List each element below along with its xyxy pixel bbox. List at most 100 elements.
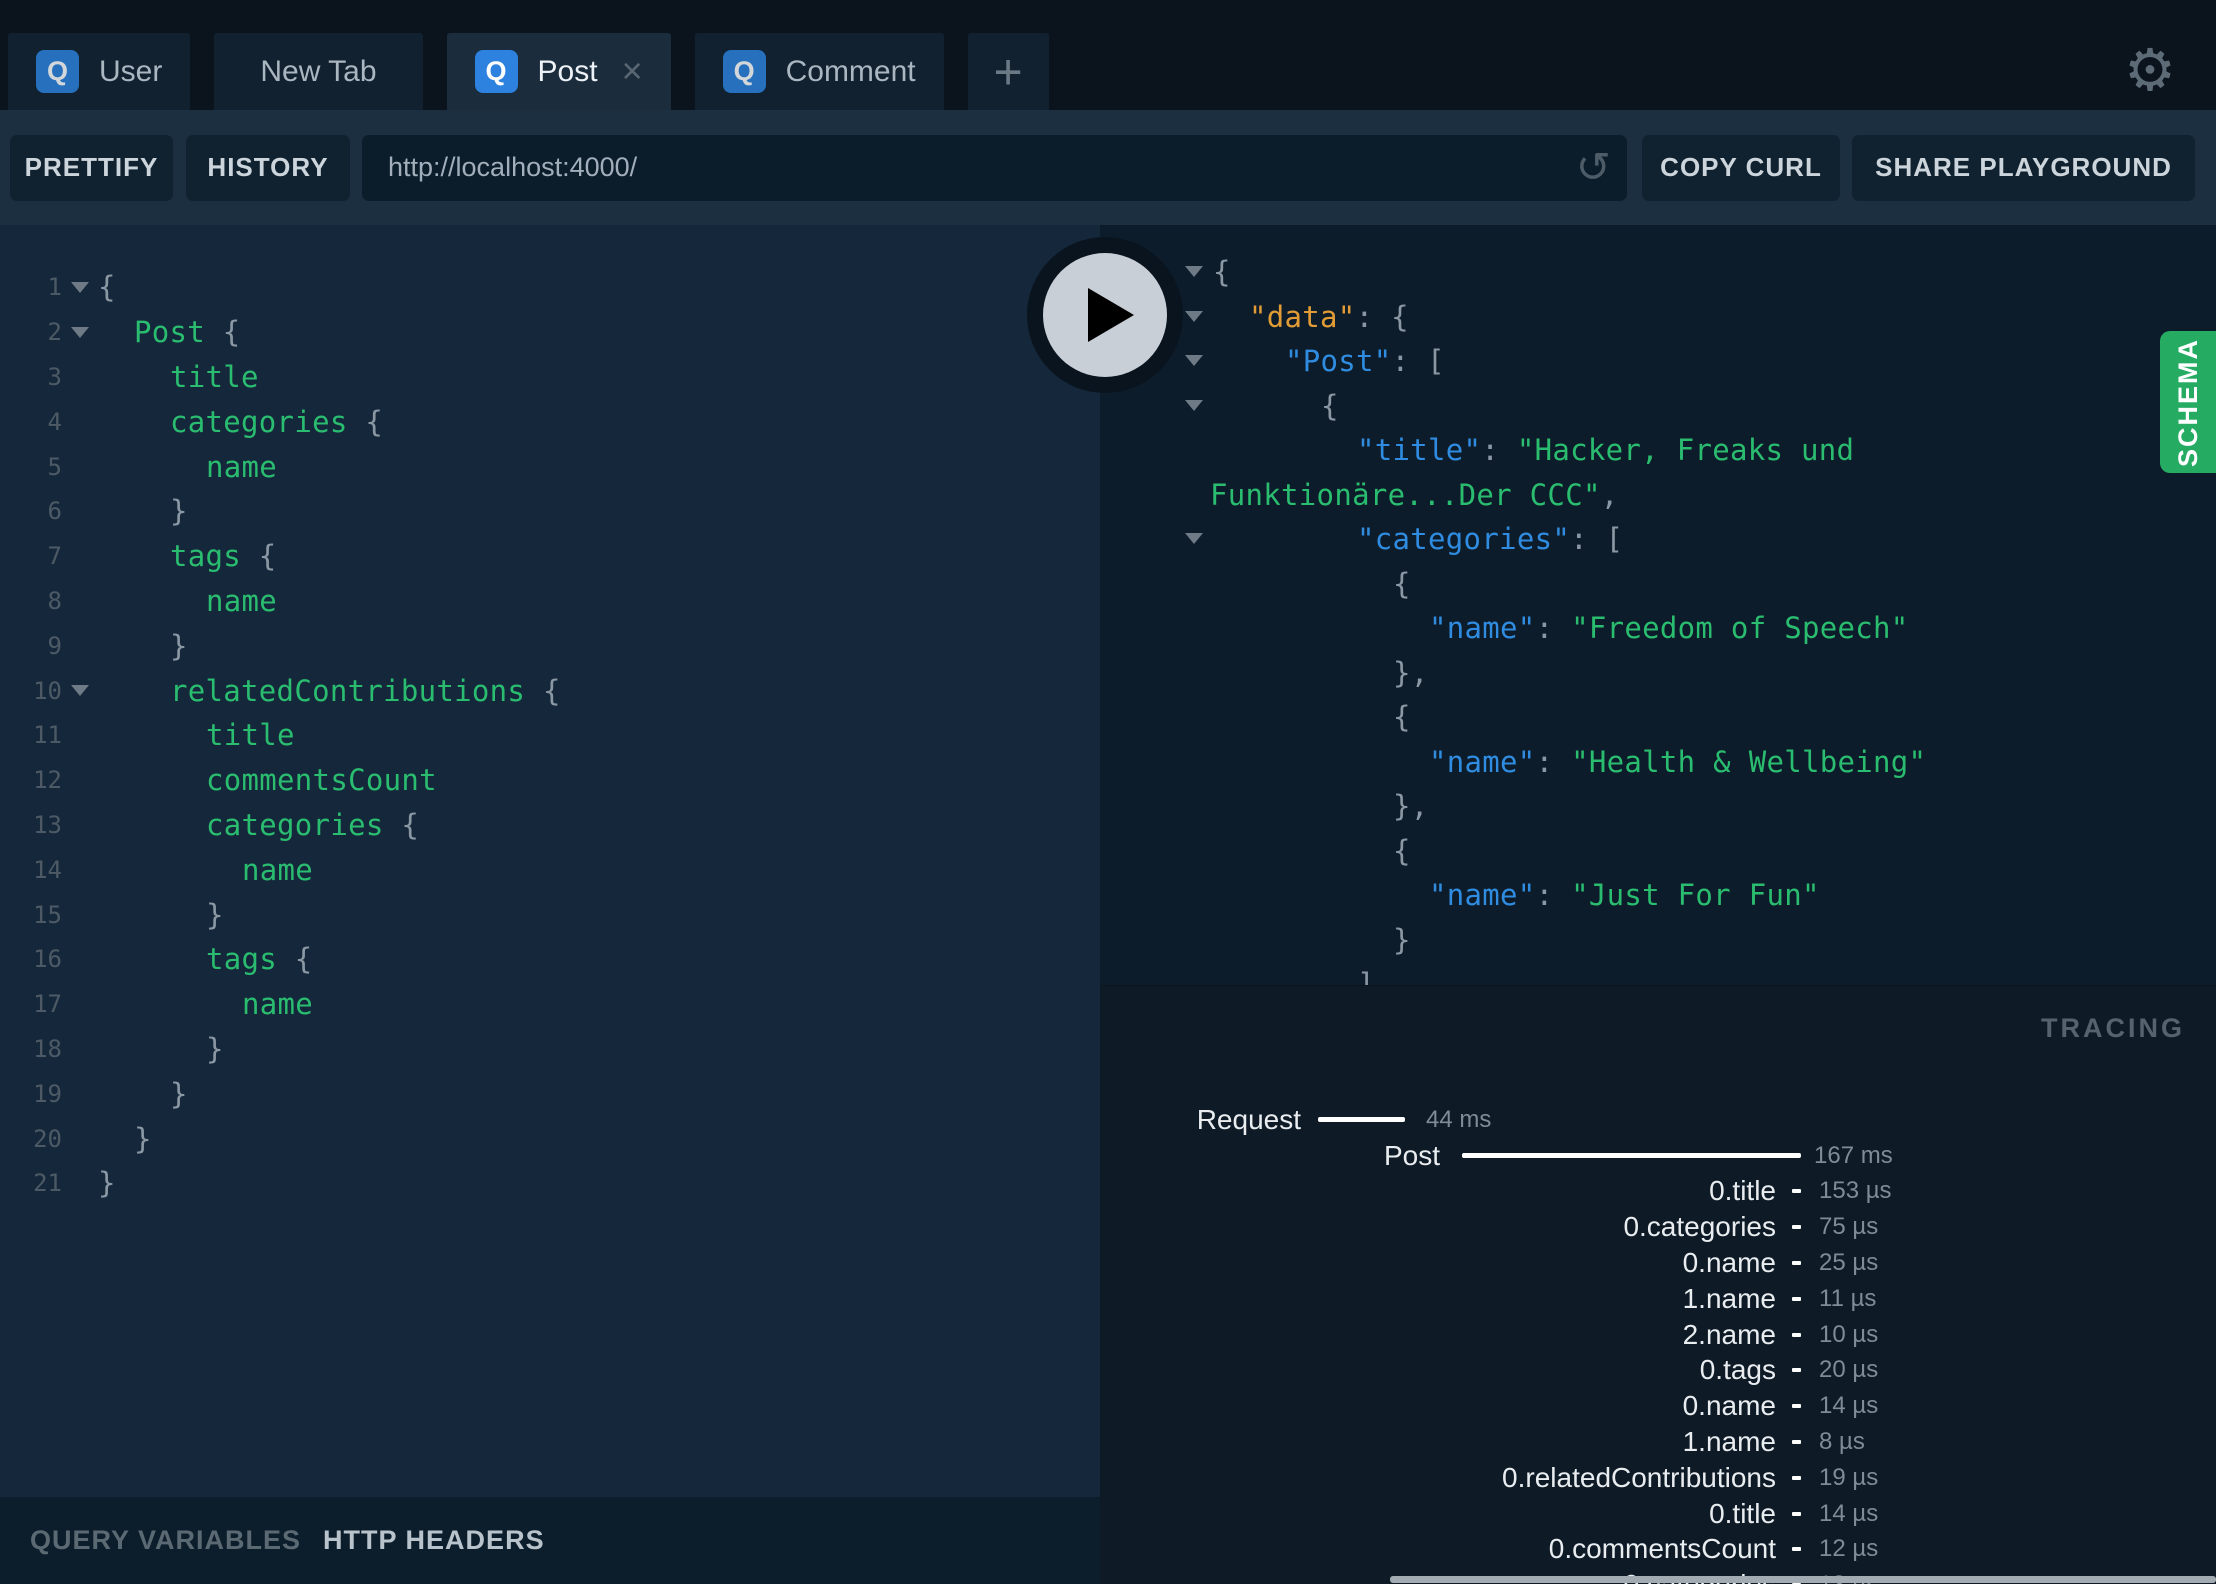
line-number: 1 xyxy=(47,273,62,302)
endpoint-url-input[interactable]: http://localhost:4000/ ↺ xyxy=(362,134,1627,201)
response-line: }, xyxy=(1100,651,2216,696)
token: "title" xyxy=(1357,433,1482,468)
share-playground-button[interactable]: SHARE PLAYGROUND xyxy=(1852,134,2195,201)
fold-arrow-icon[interactable] xyxy=(1185,266,1203,278)
play-icon xyxy=(1088,288,1134,342)
schema-tab-label: SCHEMA xyxy=(2172,337,2203,467)
token: }, xyxy=(1393,789,1429,824)
fold-arrow-icon[interactable] xyxy=(62,685,98,697)
tracing-row: 0.title 153 µs xyxy=(1100,1174,2216,1210)
code-text: title xyxy=(98,718,295,752)
tracing-value: 8 µs xyxy=(1819,1428,1865,1456)
line-number: 20 xyxy=(33,1124,62,1153)
horizontal-scrollbar[interactable] xyxy=(1390,1576,2216,1583)
fold-arrow-icon[interactable] xyxy=(1185,355,1203,367)
tab-post[interactable]: Q Post × xyxy=(446,33,671,110)
query-variables-tab[interactable]: QUERY VARIABLES xyxy=(30,1525,301,1556)
tracing-value: 20 µs xyxy=(1819,1356,1879,1384)
code-text: { xyxy=(1213,255,1231,289)
close-tab-icon[interactable]: × xyxy=(622,53,643,89)
token: { xyxy=(241,539,277,574)
tracing-bar xyxy=(1318,1117,1405,1123)
line-number: 14 xyxy=(33,855,62,884)
token: : [ xyxy=(1391,344,1445,379)
editor-line: 20} xyxy=(0,1116,1100,1161)
code-text: relatedContributions { xyxy=(98,674,561,708)
tracing-value: 167 ms xyxy=(1814,1141,1893,1169)
query-editor[interactable]: 1{2 Post {3 title 4 categories {5 name 6} 7 tags… xyxy=(0,225,1100,1497)
execute-query-button[interactable] xyxy=(1027,237,1183,393)
tracing-row: 0.name 14 µs xyxy=(1100,1388,2216,1424)
code-text: name xyxy=(98,450,277,484)
response-line: "name": "Freedom of Speech" xyxy=(1100,606,2216,651)
query-editor-pane[interactable]: 1{2 Post {3 title 4 categories {5 name 6} 7 tags… xyxy=(0,225,1100,1584)
code-text: title xyxy=(98,360,259,394)
copy-curl-button[interactable]: COPY CURL xyxy=(1642,134,1840,201)
token: "Post" xyxy=(1285,344,1392,379)
tracing-label: 1.name xyxy=(1682,1426,1776,1458)
tab-label: User xyxy=(99,54,163,88)
token: "name" xyxy=(1429,611,1536,646)
editor-line: 16 tags { xyxy=(0,937,1100,982)
tracing-dash xyxy=(1792,1511,1801,1516)
line-number: 21 xyxy=(33,1169,62,1198)
tracing-label: Post xyxy=(1383,1139,1440,1171)
line-number: 6 xyxy=(47,497,62,526)
token: : xyxy=(1535,878,1572,913)
line-number: 8 xyxy=(47,586,62,615)
tracing-dash xyxy=(1792,1261,1801,1266)
token: { xyxy=(1321,388,1339,423)
token: "Hacker, Freaks und xyxy=(1516,433,1855,468)
token: name xyxy=(206,449,278,484)
tracing-value: 19 µs xyxy=(1819,1463,1879,1491)
tracing-row: 0.categories 75 µs xyxy=(1100,1209,2216,1245)
code-text: { xyxy=(98,270,116,304)
response-line: { xyxy=(1100,829,2216,874)
tracing-row: 0.title 14 µs xyxy=(1100,1496,2216,1532)
editor-line: 11 title xyxy=(0,713,1100,758)
fold-arrow-icon[interactable] xyxy=(62,281,98,293)
line-number: 2 xyxy=(47,318,62,347)
token: { xyxy=(1393,833,1411,868)
tracing-value: 44 ms xyxy=(1426,1105,1492,1133)
response-line: }, xyxy=(1100,784,2216,829)
settings-gear-icon[interactable]: ⚙ xyxy=(2124,42,2176,100)
code-text: } xyxy=(98,494,188,528)
fold-arrow-icon[interactable] xyxy=(1185,399,1203,411)
fold-arrow-icon[interactable] xyxy=(1185,533,1203,545)
code-text: } xyxy=(98,898,224,932)
tab-comment[interactable]: Q Comment xyxy=(694,33,944,110)
response-viewer: { "data": { "Post": [ { "title": "Hacker, Fr… xyxy=(1100,225,2216,985)
reload-schema-icon[interactable]: ↺ xyxy=(1576,142,1611,191)
response-line: ] xyxy=(1100,962,2216,985)
tracing-panel: TRACING Request 44 ms Post 167 ms 0.title 153… xyxy=(1100,985,2216,1584)
code-text: "data": { xyxy=(1249,300,1409,334)
tab-new-tab[interactable]: New Tab xyxy=(214,33,423,110)
token: { xyxy=(205,315,241,350)
code-text: }, xyxy=(1393,656,1429,690)
prettify-button[interactable]: PRETTIFY xyxy=(10,134,173,201)
tracing-label: Request xyxy=(1196,1103,1301,1135)
editor-line: 14 name xyxy=(0,847,1100,892)
editor-line: 5 name xyxy=(0,444,1100,489)
code-text: categories { xyxy=(98,405,383,439)
tracing-label: 0.title xyxy=(1709,1175,1776,1207)
response-line: Funktionäre...Der CCC", xyxy=(1100,473,2216,518)
editor-line: 1{ xyxy=(0,265,1100,310)
response-line: "categories": [ xyxy=(1100,517,2216,562)
add-tab-button[interactable]: + xyxy=(967,33,1049,110)
fold-arrow-icon[interactable] xyxy=(1185,310,1203,322)
token: } xyxy=(170,628,188,663)
token: { xyxy=(1213,255,1231,290)
token: "Health & Wellbeing" xyxy=(1571,744,1927,779)
tracing-row: Post 167 ms xyxy=(1100,1138,2216,1174)
http-headers-tab[interactable]: HTTP HEADERS xyxy=(323,1525,545,1556)
line-number: 11 xyxy=(33,721,62,750)
tracing-row: 0.commentsCount 12 µs xyxy=(1100,1532,2216,1568)
toolbar: PRETTIFY HISTORY http://localhost:4000/ … xyxy=(0,110,2216,225)
schema-sidebar-tab[interactable]: SCHEMA xyxy=(2160,331,2216,473)
token: : xyxy=(1481,433,1517,468)
history-button[interactable]: HISTORY xyxy=(186,134,350,201)
fold-arrow-icon[interactable] xyxy=(62,326,98,338)
tab-user[interactable]: Q User xyxy=(8,33,191,110)
